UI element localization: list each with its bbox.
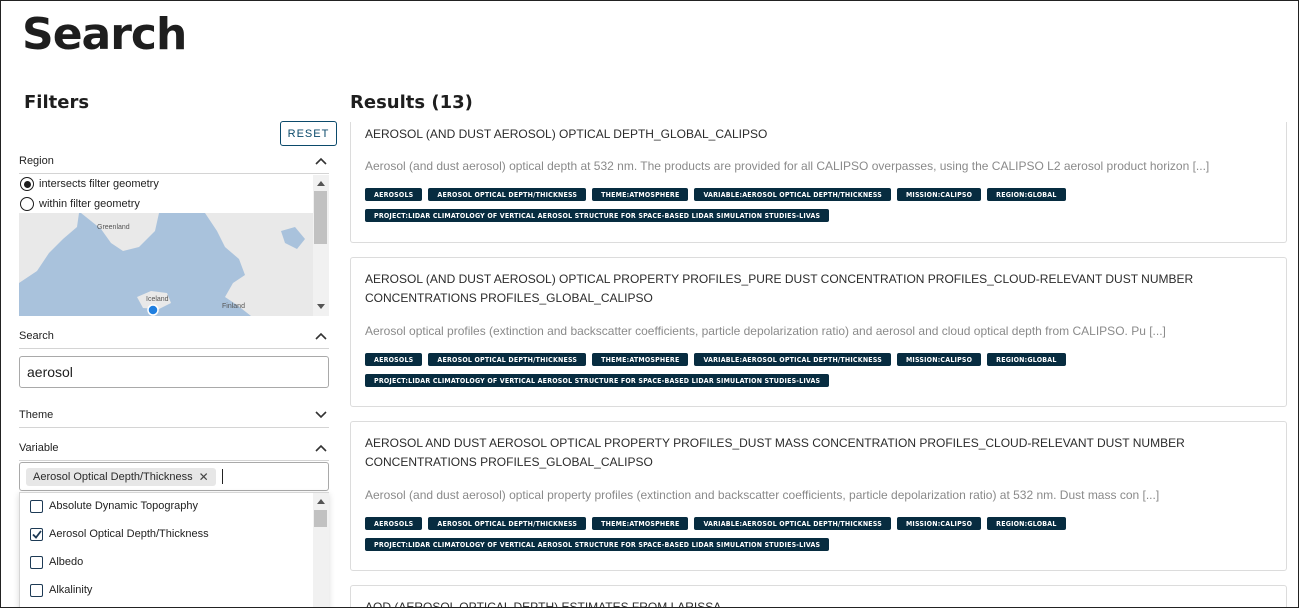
location-marker-icon bbox=[147, 304, 159, 316]
tag[interactable]: THEME:ATMOSPHERE bbox=[592, 353, 689, 366]
search-input[interactable] bbox=[19, 356, 329, 388]
map-label-finland: Finland bbox=[222, 303, 245, 310]
result-description: Aerosol optical profiles (extinction and… bbox=[365, 324, 1166, 338]
result-description: Aerosol (and dust aerosol) optical depth… bbox=[365, 159, 1210, 173]
map-label-iceland: Iceland bbox=[146, 296, 169, 303]
result-tags: AEROSOLS AEROSOL OPTICAL DEPTH/THICKNESS… bbox=[365, 517, 1066, 530]
variable-option[interactable]: Absolute Dynamic Topography bbox=[30, 496, 198, 516]
radio-within-label: within filter geometry bbox=[39, 198, 140, 210]
region-divider bbox=[19, 173, 329, 174]
results-title: Results (13) bbox=[350, 92, 473, 113]
result-tags: AEROSOLS AEROSOL OPTICAL DEPTH/THICKNESS… bbox=[365, 188, 1066, 201]
checkbox-icon[interactable] bbox=[30, 499, 43, 513]
result-tags: AEROSOLS AEROSOL OPTICAL DEPTH/THICKNESS… bbox=[365, 353, 1066, 366]
result-card[interactable]: AEROSOL (AND DUST AEROSOL) OPTICAL DEPTH… bbox=[350, 122, 1287, 243]
tag[interactable]: THEME:ATMOSPHERE bbox=[592, 188, 689, 201]
variable-chip-label: Aerosol Optical Depth/Thickness bbox=[33, 470, 193, 483]
tag[interactable]: VARIABLE:AEROSOL OPTICAL DEPTH/THICKNESS bbox=[694, 353, 891, 366]
result-tags-secondary: PROJECT:LIDAR CLIMATOLOGY OF VERTICAL AE… bbox=[365, 374, 830, 387]
search-page: Search Filters RESET Region intersects f… bbox=[0, 0, 1299, 608]
search-label: Search bbox=[19, 330, 54, 342]
variable-options-dropdown[interactable]: Absolute Dynamic Topography Aerosol Opti… bbox=[19, 492, 329, 607]
variable-chip[interactable]: Aerosol Optical Depth/Thickness ✕ bbox=[26, 467, 216, 486]
region-map[interactable]: Greenland Iceland Finland bbox=[19, 213, 313, 316]
result-title[interactable]: AEROSOL (AND DUST AEROSOL) OPTICAL DEPTH… bbox=[365, 125, 1265, 144]
text-caret bbox=[221, 469, 223, 484]
checkbox-checked-icon[interactable] bbox=[30, 527, 43, 541]
variable-divider bbox=[19, 460, 329, 461]
result-title[interactable]: AEROSOL (AND DUST AEROSOL) OPTICAL PROPE… bbox=[365, 270, 1265, 308]
result-card[interactable]: AEROSOL AND DUST AEROSOL OPTICAL PROPERT… bbox=[350, 421, 1287, 571]
result-tags-secondary: PROJECT:LIDAR CLIMATOLOGY OF VERTICAL AE… bbox=[365, 538, 830, 551]
variable-multiselect[interactable]: Aerosol Optical Depth/Thickness ✕ bbox=[19, 462, 329, 491]
variable-option-label: Absolute Dynamic Topography bbox=[49, 500, 198, 512]
tag[interactable]: REGION:GLOBAL bbox=[987, 353, 1066, 366]
chevron-up-icon[interactable] bbox=[313, 328, 329, 344]
radio-intersects[interactable]: intersects filter geometry bbox=[20, 175, 159, 193]
reset-button[interactable]: RESET bbox=[280, 121, 337, 146]
variable-option-label: Albedo bbox=[49, 556, 84, 568]
chevron-up-icon[interactable] bbox=[313, 440, 329, 456]
tag[interactable]: REGION:GLOBAL bbox=[987, 188, 1066, 201]
checkbox-icon[interactable] bbox=[30, 583, 43, 597]
tag[interactable]: PROJECT:LIDAR CLIMATOLOGY OF VERTICAL AE… bbox=[365, 209, 830, 222]
radio-checked-icon[interactable] bbox=[20, 177, 34, 191]
radio-intersects-label: intersects filter geometry bbox=[39, 178, 159, 190]
region-section-header[interactable]: Region bbox=[19, 150, 329, 172]
filters-title: Filters bbox=[24, 92, 90, 113]
tag[interactable]: AEROSOL OPTICAL DEPTH/THICKNESS bbox=[428, 517, 587, 530]
radio-within[interactable]: within filter geometry bbox=[20, 195, 140, 213]
tag[interactable]: PROJECT:LIDAR CLIMATOLOGY OF VERTICAL AE… bbox=[365, 374, 830, 387]
scroll-down-icon[interactable] bbox=[314, 300, 327, 312]
result-tags-secondary: PROJECT:LIDAR CLIMATOLOGY OF VERTICAL AE… bbox=[365, 209, 830, 222]
tag[interactable]: MISSION:CALIPSO bbox=[896, 517, 982, 530]
variable-section-header[interactable]: Variable bbox=[19, 437, 329, 459]
result-card[interactable]: AEROSOL (AND DUST AEROSOL) OPTICAL PROPE… bbox=[350, 257, 1287, 407]
chevron-up-icon[interactable] bbox=[313, 153, 329, 169]
tag[interactable]: PROJECT:LIDAR CLIMATOLOGY OF VERTICAL AE… bbox=[365, 538, 830, 551]
page-title: Search bbox=[22, 9, 187, 60]
variable-option[interactable]: Albedo bbox=[30, 552, 83, 572]
scroll-up-icon[interactable] bbox=[314, 177, 327, 189]
region-scroll-thumb[interactable] bbox=[314, 191, 327, 244]
close-icon[interactable]: ✕ bbox=[199, 470, 209, 484]
checkbox-icon[interactable] bbox=[30, 555, 43, 569]
variable-label: Variable bbox=[19, 442, 59, 454]
tag[interactable]: AEROSOLS bbox=[365, 353, 423, 366]
variable-option-label: Aerosol Optical Depth/Thickness bbox=[49, 528, 209, 540]
result-description: Aerosol (and dust aerosol) optical prope… bbox=[365, 488, 1160, 502]
region-label: Region bbox=[19, 155, 54, 167]
tag[interactable]: VARIABLE:AEROSOL OPTICAL DEPTH/THICKNESS bbox=[694, 517, 891, 530]
theme-label: Theme bbox=[19, 409, 54, 421]
tag[interactable]: REGION:GLOBAL bbox=[987, 517, 1066, 530]
variable-option-label: Alkalinity bbox=[49, 584, 93, 596]
radio-unchecked-icon[interactable] bbox=[20, 197, 34, 211]
tag[interactable]: THEME:ATMOSPHERE bbox=[592, 517, 689, 530]
tag[interactable]: AEROSOL OPTICAL DEPTH/THICKNESS bbox=[428, 353, 587, 366]
chevron-down-icon[interactable] bbox=[313, 407, 329, 423]
tag[interactable]: MISSION:CALIPSO bbox=[896, 188, 982, 201]
variable-scroll-thumb[interactable] bbox=[314, 510, 327, 527]
tag[interactable]: AEROSOLS bbox=[365, 188, 423, 201]
tag[interactable]: VARIABLE:AEROSOL OPTICAL DEPTH/THICKNESS bbox=[694, 188, 891, 201]
variable-option[interactable]: Aerosol Optical Depth/Thickness bbox=[30, 524, 209, 544]
variable-option[interactable]: Alkalinity bbox=[30, 580, 92, 600]
tag[interactable]: AEROSOL OPTICAL DEPTH/THICKNESS bbox=[428, 188, 587, 201]
result-title[interactable]: AEROSOL AND DUST AEROSOL OPTICAL PROPERT… bbox=[365, 434, 1265, 472]
theme-divider bbox=[19, 427, 329, 428]
result-title[interactable]: AOD (AEROSOL OPTICAL DEPTH) ESTIMATES FR… bbox=[365, 598, 1265, 607]
map-label-greenland: Greenland bbox=[97, 224, 130, 231]
result-card[interactable]: AOD (AEROSOL OPTICAL DEPTH) ESTIMATES FR… bbox=[350, 585, 1287, 607]
theme-section-header[interactable]: Theme bbox=[19, 404, 329, 426]
tag[interactable]: MISSION:CALIPSO bbox=[896, 353, 982, 366]
search-divider bbox=[19, 348, 329, 349]
tag[interactable]: AEROSOLS bbox=[365, 517, 423, 530]
scroll-up-icon[interactable] bbox=[314, 495, 327, 507]
search-section-header[interactable]: Search bbox=[19, 325, 329, 347]
